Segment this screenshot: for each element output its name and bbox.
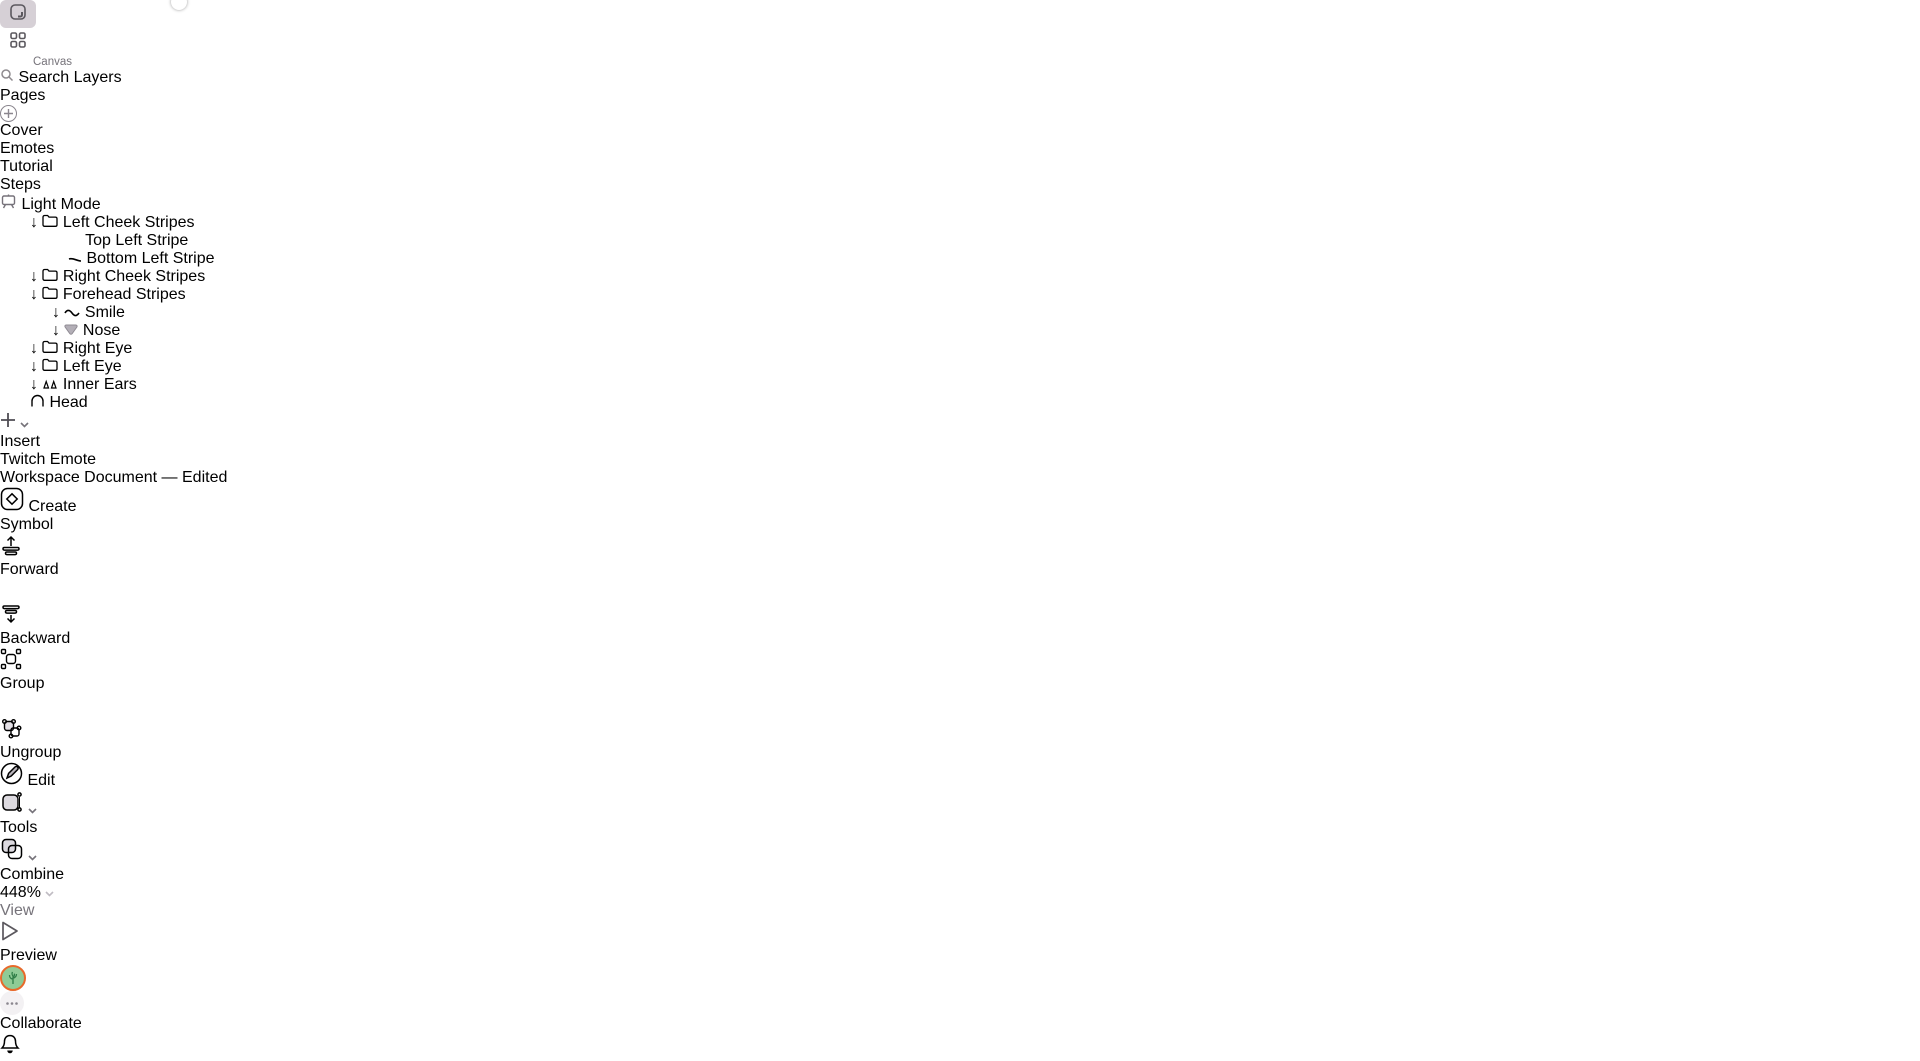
page-item-tutorial[interactable]: Tutorial [0, 158, 1920, 176]
toolbar-separator [0, 693, 1920, 717]
layer-row-top-left-stripe[interactable]: Top Left Stripe [0, 232, 1920, 250]
nose-shape-icon [64, 322, 78, 339]
folder-icon [42, 358, 58, 375]
insert-button[interactable]: Insert [0, 412, 70, 451]
notifications-button[interactable]: Notifications [0, 1033, 70, 1061]
triangles-shape-icon [42, 376, 58, 393]
backward-icon [0, 612, 22, 629]
combine-icon [0, 848, 24, 865]
symbol-icon [0, 498, 24, 515]
document-title-block: Twitch Emote Workspace Document — Edited [0, 451, 1920, 487]
group-button[interactable]: Group [0, 648, 70, 693]
clip-arrow-icon: ↓ [52, 304, 60, 321]
folder-icon [42, 214, 58, 231]
move-backward-button[interactable]: Backward [0, 603, 70, 648]
page-item-steps[interactable]: Steps [0, 176, 1920, 194]
layer-row-right-cheek-stripes[interactable]: ↓ Right Cheek Stripes [0, 268, 1920, 286]
grid-icon [9, 31, 27, 54]
collaborate-more-button[interactable] [0, 991, 24, 1015]
bell-icon [0, 1042, 20, 1059]
chevron-down-icon [20, 415, 29, 432]
head-shape-icon [30, 394, 45, 411]
pages-header: Pages [0, 87, 1920, 105]
add-page-button[interactable] [0, 105, 17, 122]
play-icon [0, 929, 20, 946]
pencil-icon [0, 772, 23, 789]
group-icon [0, 657, 22, 674]
chevron-down-icon [28, 801, 37, 818]
canvas-view-toggle[interactable] [0, 0, 36, 28]
layer-row-right-eye[interactable]: ↓ Right Eye [0, 340, 1920, 358]
toolbar-separator [0, 579, 1920, 603]
clip-arrow-icon: ↓ [30, 286, 38, 303]
wave-shape-icon [64, 304, 80, 321]
clip-arrow-icon: ↓ [30, 358, 38, 375]
clip-arrow-icon: ↓ [30, 214, 38, 231]
canvas-icon [9, 3, 27, 26]
clip-arrow-icon: ↓ [30, 340, 38, 357]
app-window: Canvas Search Layers Pages Cover Emotes … [0, 0, 1920, 1061]
layer-row-inner-ears[interactable]: ↓ Inner Ears [0, 376, 1920, 394]
tools-button[interactable]: Tools [0, 790, 70, 837]
preview-button[interactable]: Preview [0, 920, 70, 965]
components-view-toggle[interactable] [0, 28, 36, 56]
search-placeholder: Search Layers [18, 69, 121, 86]
ungroup-button[interactable]: Ungroup [0, 717, 70, 762]
layer-row-left-cheek-stripes[interactable]: ↓ Left Cheek Stripes [0, 214, 1920, 232]
create-symbol-button[interactable]: Create Symbol [0, 487, 100, 534]
collaborate-control[interactable]: Collaborate [0, 965, 90, 1033]
layer-row-nose[interactable]: ↓ Nose [0, 322, 1920, 340]
layer-row-left-eye[interactable]: ↓ Left Eye [0, 358, 1920, 376]
zoom-control[interactable]: 448% View [0, 884, 90, 920]
artboard-icon [0, 196, 21, 213]
artboard-item-light-mode[interactable]: Light Mode [0, 194, 1920, 214]
plus-icon [0, 415, 16, 432]
clip-arrow-icon: ↓ [30, 376, 38, 393]
collaborator-avatar[interactable] [0, 965, 26, 991]
tools-icon [0, 801, 24, 818]
search-icon [0, 69, 14, 86]
edit-button[interactable]: Edit [0, 762, 70, 790]
document-title: Twitch Emote [0, 451, 1920, 469]
combine-button[interactable]: Combine [0, 837, 74, 884]
page-item-emotes[interactable]: Emotes [0, 140, 1920, 158]
folder-icon [42, 286, 58, 303]
document-subtitle: Workspace Document — Edited [0, 469, 1920, 487]
clip-arrow-icon: ↓ [52, 322, 60, 339]
chevron-down-icon [28, 848, 37, 865]
zoom-level-value: 448% [0, 884, 41, 901]
search-layers-input[interactable]: Search Layers [0, 68, 1920, 87]
layer-row-forehead-stripes[interactable]: ↓ Forehead Stripes [0, 286, 1920, 304]
page-item-cover[interactable]: Cover [0, 122, 1920, 140]
layer-row-head[interactable]: Head [0, 394, 1920, 412]
desktop: { "toolbar": { "canvas_label": "Canvas",… [0, 0, 1920, 1061]
canvas-section-label: Canvas [0, 56, 105, 68]
folder-icon [42, 268, 58, 285]
move-forward-button[interactable]: Forward [0, 534, 70, 579]
folder-icon [42, 340, 58, 357]
layer-row-bottom-left-stripe[interactable]: Bottom Left Stripe [0, 250, 1920, 268]
forward-icon [0, 543, 22, 560]
curve-shape-icon [68, 250, 82, 267]
ungroup-icon [0, 726, 22, 743]
chevron-down-icon [45, 884, 54, 901]
line-shape-icon [68, 242, 81, 245]
layer-row-smile[interactable]: ↓ Smile [0, 304, 1920, 322]
clip-arrow-icon: ↓ [30, 268, 38, 285]
layer-list-sidebar: Canvas Search Layers Pages Cover Emotes … [0, 0, 1920, 412]
